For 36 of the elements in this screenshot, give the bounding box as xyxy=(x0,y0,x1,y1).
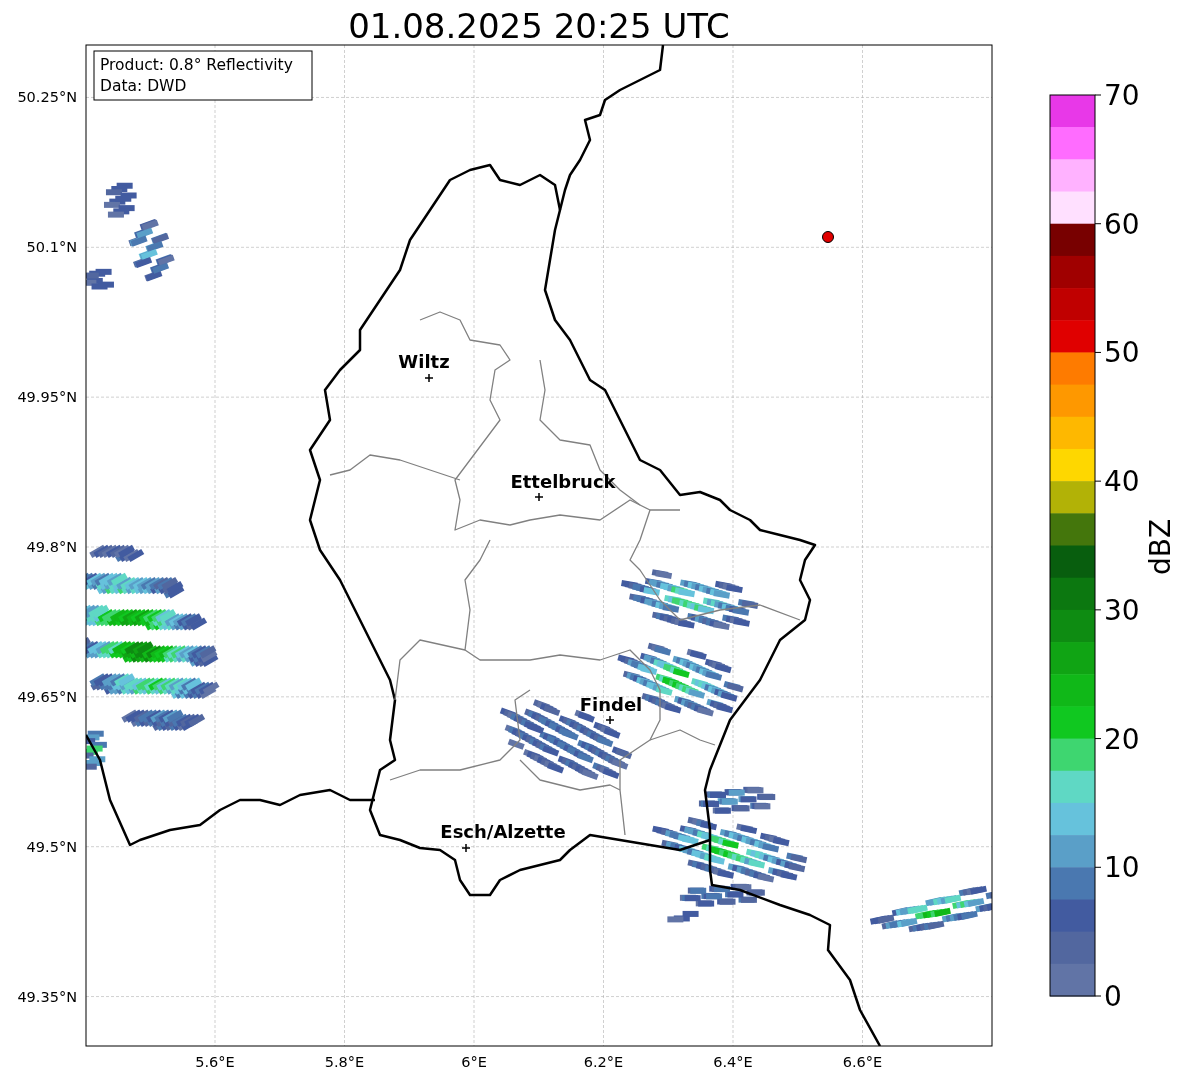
colorbar-title: dBZ xyxy=(1144,518,1177,576)
chart-title: 01.08.2025 20:25 UTC xyxy=(348,6,730,46)
colorbar-tick-label: 50 xyxy=(1104,336,1140,370)
colorbar-tick-label: 0 xyxy=(1104,980,1122,1013)
latitude-label: 50.1°N xyxy=(26,239,77,256)
city-label: Wiltz xyxy=(398,351,450,372)
city-label: Ettelbruck xyxy=(510,471,616,492)
city-marker-icon xyxy=(534,492,544,502)
info-text: Product: 0.8° Reflectivity xyxy=(100,56,293,74)
latitude-label: 49.5°N xyxy=(26,838,77,855)
city-label: Findel xyxy=(579,694,643,715)
longitude-label: 5.6°E xyxy=(195,1054,235,1070)
longitude-label: 6.6°E xyxy=(842,1054,883,1070)
colorbar-tick-label: 20 xyxy=(1104,722,1140,756)
colorbar-tick-label: 60 xyxy=(1104,207,1140,241)
longitude-label: 6.2°E xyxy=(583,1054,624,1070)
city-marker-icon xyxy=(605,715,615,725)
longitude-label: 5.8°E xyxy=(324,1054,365,1070)
latitude-label: 49.35°N xyxy=(17,988,77,1005)
radar-echo xyxy=(667,910,699,923)
latitude-label: 50.25°N xyxy=(17,89,77,106)
radar-echo xyxy=(86,268,114,290)
longitude-label: 6°E xyxy=(461,1054,487,1070)
colorbar-tick-label: 70 xyxy=(1104,79,1140,112)
info-text: Data: DWD xyxy=(100,77,187,95)
latitude-label: 49.95°N xyxy=(17,389,77,406)
latitude-label: 49.8°N xyxy=(26,539,77,555)
city-marker-icon xyxy=(461,843,471,853)
latitude-label: 49.65°N xyxy=(17,688,77,705)
colorbar-tick-label: 10 xyxy=(1104,851,1140,885)
city-marker-icon xyxy=(424,373,434,383)
colorbar-tick-label: 30 xyxy=(1104,593,1140,627)
location-dot-icon xyxy=(822,231,834,243)
city-label: Esch/Alzette xyxy=(440,821,566,842)
colorbar-tick-label: 40 xyxy=(1104,465,1140,499)
longitude-label: 6.4°E xyxy=(713,1054,753,1070)
